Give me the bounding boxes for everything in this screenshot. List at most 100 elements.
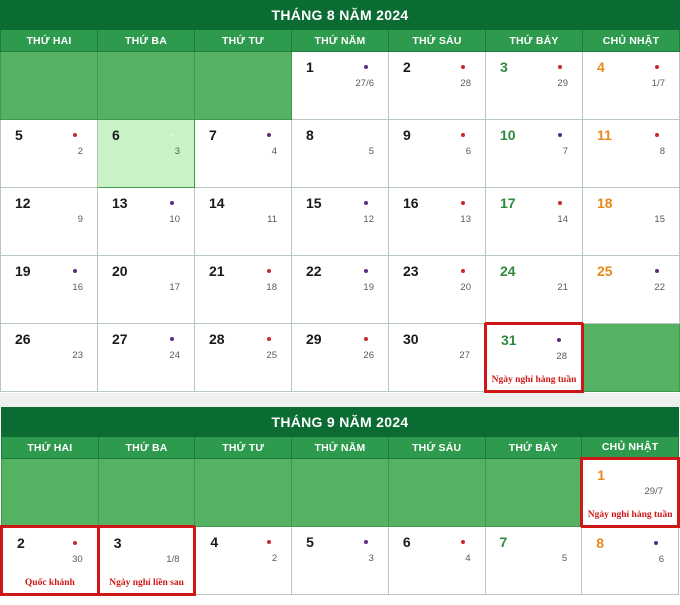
- calendar-day-cell[interactable]: 19 16: [0, 255, 98, 324]
- calendar-day-cell[interactable]: 42: [194, 526, 293, 595]
- lunar-date: 6: [465, 146, 471, 157]
- month-separator: [0, 393, 680, 407]
- solar-date: 27: [112, 331, 128, 347]
- day-marker-dot-icon: [654, 541, 658, 545]
- lunar-date: 11: [267, 214, 277, 225]
- lunar-date: 8: [659, 146, 665, 157]
- lunar-date: 9: [77, 214, 83, 225]
- lunar-date: 26: [363, 350, 374, 361]
- solar-date: 16: [403, 195, 419, 211]
- calendar-week-row: 12 9 13 10 14 11 15 12 16 13 17 14 18 15: [0, 187, 680, 256]
- calendar-day-cell[interactable]: 30 27: [388, 323, 486, 392]
- calendar-day-cell[interactable]: 12 9: [0, 187, 98, 256]
- lunar-date: 20: [460, 282, 471, 293]
- calendar-day-cell[interactable]: 18 15: [582, 187, 680, 256]
- calendar-day-cell[interactable]: 27 24: [97, 323, 195, 392]
- lunar-date: 23: [72, 350, 83, 361]
- calendar-body-september: 1 29/7 Ngày nghỉ hàng tuần 2 30 Quốc khánh 3 1/…: [0, 457, 680, 596]
- calendar-day-cell[interactable]: 74: [194, 119, 292, 188]
- solar-date: 20: [112, 263, 128, 279]
- lunar-date: 22: [654, 282, 665, 293]
- calendar-day-cell[interactable]: 96: [388, 119, 486, 188]
- calendar-day-cell[interactable]: 52: [0, 119, 98, 188]
- weekday-header-row-august: THỨ HAI THỨ BA THỨ TƯ THỨ NĂM THỨ SÁU TH…: [0, 29, 680, 52]
- weekday-header-thursday: THỨ NĂM: [291, 436, 389, 459]
- calendar-day-cell[interactable]: 1 27/6: [291, 51, 389, 120]
- weekday-header-wednesday: THỨ TƯ: [194, 436, 293, 459]
- calendar-day-cell[interactable]: 29 26: [291, 323, 389, 392]
- calendar-day-cell[interactable]: 63: [97, 119, 195, 188]
- calendar-day-empty: [1, 458, 99, 527]
- calendar-day-cell[interactable]: 14 11: [194, 187, 292, 256]
- calendar-day-cell[interactable]: 86: [581, 526, 679, 595]
- day-marker-dot-icon: [364, 201, 368, 205]
- lunar-date: 5: [368, 146, 374, 157]
- calendar-day-empty: [194, 458, 293, 527]
- solar-date: 11: [597, 127, 612, 143]
- calendar-day-cell[interactable]: 21 18: [194, 255, 292, 324]
- calendar-day-cell[interactable]: 85: [291, 119, 389, 188]
- day-marker-dot-icon: [267, 540, 272, 544]
- solar-date: 10: [500, 127, 516, 143]
- holiday-note: Ngày nghỉ hàng tuần: [491, 374, 577, 385]
- calendar-day-empty: [582, 323, 680, 392]
- lunar-date: 29: [557, 78, 568, 89]
- calendar-day-cell[interactable]: 26 23: [0, 323, 98, 392]
- calendar-week-row: 5 2 6 3 7 4 8 5 9 6 10 7 11 8: [0, 119, 680, 188]
- month-title-august: THÁNG 8 NĂM 2024: [0, 0, 680, 30]
- calendar-day-cell[interactable]: 64: [387, 526, 486, 595]
- calendar-day-cell[interactable]: 2 28: [388, 51, 486, 120]
- calendar-day-cell[interactable]: 4 1/7: [582, 51, 680, 120]
- solar-date: 4: [597, 59, 605, 75]
- lunar-date: 1/8: [166, 554, 180, 565]
- weekday-header-monday: THỨ HAI: [1, 436, 99, 459]
- weekday-header-saturday: THỨ BẢY: [485, 29, 583, 52]
- weekday-header-friday: THỨ SÁU: [388, 29, 486, 52]
- calendar-day-cell[interactable]: 25 22: [582, 255, 680, 324]
- calendar-day-cell[interactable]: 17 14: [485, 187, 583, 256]
- calendar-day-cell[interactable]: 2 30 Quốc khánh: [0, 525, 100, 596]
- calendar-day-cell[interactable]: 53: [291, 526, 389, 595]
- day-marker-dot-icon: [461, 269, 465, 273]
- calendar-day-empty: [97, 51, 195, 120]
- calendar-day-cell[interactable]: 15 12: [291, 187, 389, 256]
- solar-date: 8: [306, 127, 314, 143]
- weekday-header-monday: THỨ HAI: [0, 29, 98, 52]
- day-marker-dot-icon: [170, 337, 174, 341]
- day-marker-dot-icon: [364, 269, 368, 273]
- lunar-date: 12: [363, 214, 374, 225]
- solar-date: 7: [499, 534, 508, 550]
- calendar-day-cell[interactable]: 23 20: [388, 255, 486, 324]
- month-title-september: THÁNG 9 NĂM 2024: [1, 407, 679, 437]
- calendar-day-cell[interactable]: 3 1/8 Ngày nghỉ liền sau: [96, 525, 197, 596]
- weekday-header-sunday: CHỦ NHẬT: [581, 436, 679, 459]
- calendar-day-cell[interactable]: 16 13: [388, 187, 486, 256]
- calendar-month-september: THÁNG 9 NĂM 2024 THỨ HAI THỨ BA THỨ TƯ T…: [0, 407, 680, 596]
- solar-date: 12: [15, 195, 31, 211]
- solar-date: 9: [403, 127, 411, 143]
- solar-date: 2: [17, 535, 25, 551]
- calendar-container: THÁNG 8 NĂM 2024 THỨ HAI THỨ BA THỨ TƯ T…: [0, 0, 680, 596]
- day-marker-dot-icon: [461, 133, 465, 137]
- lunar-date: 4: [465, 553, 471, 564]
- calendar-day-cell[interactable]: 31 28 Ngày nghỉ hàng tuần: [484, 322, 584, 393]
- solar-date: 8: [596, 535, 605, 551]
- calendar-day-cell[interactable]: 1 29/7 Ngày nghỉ hàng tuần: [580, 457, 680, 528]
- calendar-day-cell[interactable]: 10 7: [485, 119, 583, 188]
- calendar-day-cell[interactable]: 28 25: [194, 323, 292, 392]
- calendar-day-cell[interactable]: 3 29: [485, 51, 583, 120]
- lunar-date: 27/6: [355, 78, 375, 89]
- calendar-day-cell[interactable]: 75: [484, 526, 583, 595]
- solar-date: 3: [113, 535, 122, 551]
- day-marker-dot-icon: [267, 269, 271, 273]
- calendar-day-cell[interactable]: 20 17: [97, 255, 195, 324]
- calendar-day-cell[interactable]: 11 8: [582, 119, 680, 188]
- solar-date: 24: [500, 263, 516, 279]
- solar-date: 13: [112, 195, 128, 211]
- calendar-week-row: 26 23 27 24 28 25 29 26 30 27 31 28 Ngày nghỉ hàng t…: [0, 322, 680, 393]
- calendar-day-cell[interactable]: 22 19: [291, 255, 389, 324]
- day-marker-dot-icon: [461, 201, 465, 205]
- calendar-day-cell[interactable]: 24 21: [485, 255, 583, 324]
- calendar-day-cell[interactable]: 13 10: [97, 187, 195, 256]
- solar-date: 5: [306, 534, 314, 550]
